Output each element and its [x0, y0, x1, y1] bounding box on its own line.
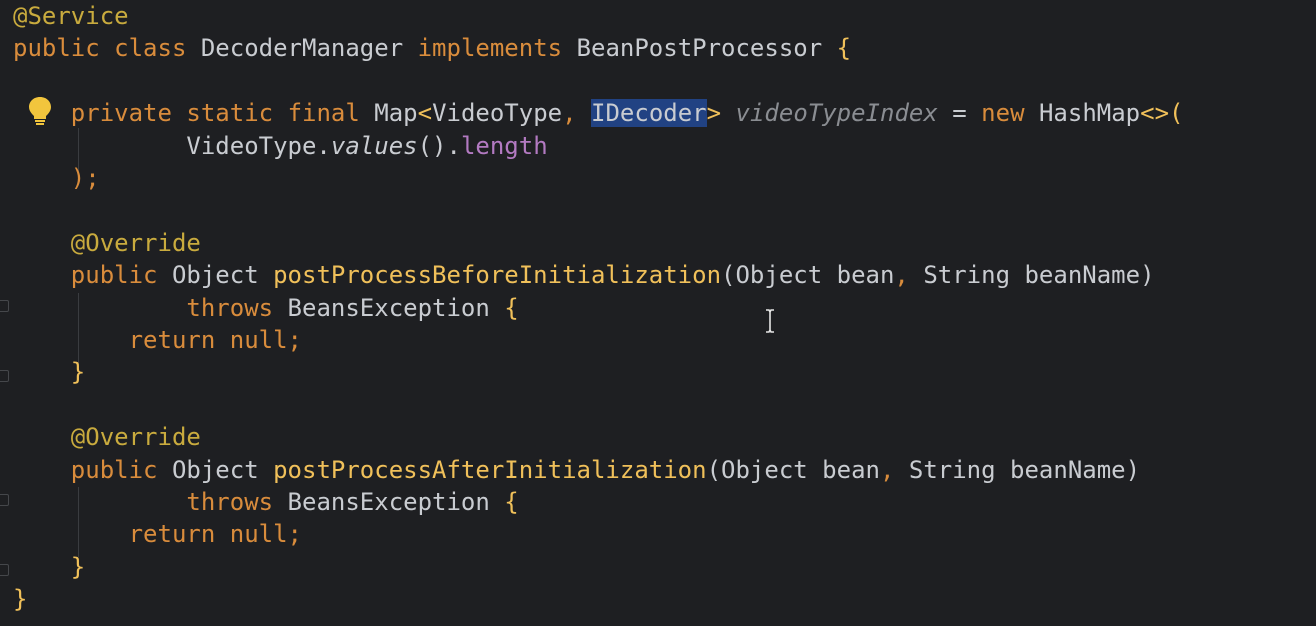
- code-token: static: [186, 99, 274, 128]
- code-token: @Service: [13, 2, 129, 30]
- code-line[interactable]: throws BeansException {: [13, 486, 519, 518]
- code-line[interactable]: public class DecoderManager implements B…: [13, 32, 851, 64]
- code-token: private: [70, 99, 172, 128]
- code-token: =: [937, 99, 982, 128]
- code-token: @Override: [70, 423, 201, 452]
- code-token: Map: [359, 99, 418, 128]
- code-line[interactable]: }: [13, 551, 85, 583]
- code-token: );: [13, 164, 100, 192]
- fold-marker-icon[interactable]: [0, 494, 9, 506]
- code-line[interactable]: }: [13, 583, 27, 615]
- code-token: Object: [157, 455, 274, 484]
- code-token: throws: [186, 293, 274, 322]
- code-token: HashMap: [1024, 99, 1141, 128]
- code-token: IDecoder: [591, 99, 707, 128]
- text-cursor-icon: [766, 309, 774, 333]
- code-line[interactable]: throws BeansException {: [13, 292, 519, 324]
- code-token: public: [70, 455, 158, 484]
- code-editor[interactable]: @Service public class DecoderManager impl…: [0, 0, 1316, 626]
- code-line[interactable]: );: [13, 162, 100, 194]
- code-token: new: [981, 99, 1025, 128]
- code-token: public: [13, 34, 100, 63]
- code-token: }: [70, 552, 86, 581]
- code-token: return: [128, 520, 216, 549]
- code-token: }: [13, 585, 28, 614]
- code-token: VideoType: [432, 99, 563, 128]
- code-line[interactable]: @Override: [13, 227, 201, 259]
- code-token: class: [114, 34, 187, 63]
- code-line[interactable]: @Service: [13, 0, 129, 32]
- code-token: public: [70, 261, 158, 290]
- code-token: (Object bean: [721, 261, 895, 290]
- fold-marker-icon[interactable]: [0, 564, 9, 576]
- code-token: >: [706, 99, 722, 128]
- code-token: String beanName): [923, 261, 1155, 290]
- code-token: ,: [879, 455, 909, 484]
- fold-marker-icon[interactable]: [0, 370, 9, 382]
- code-line[interactable]: }: [13, 356, 85, 388]
- code-token: }: [70, 358, 86, 387]
- code-token: VideoType.: [13, 131, 331, 160]
- code-token: {: [504, 293, 519, 322]
- code-token: Object: [157, 261, 274, 290]
- code-line[interactable]: @Override: [13, 421, 201, 453]
- code-token: ().: [417, 131, 461, 160]
- code-line[interactable]: private static final Map<VideoType, IDec…: [13, 97, 1183, 129]
- code-token: postProcessBeforeInitialization: [273, 261, 722, 290]
- code-token: DecoderManager: [186, 34, 418, 63]
- code-token: final: [287, 99, 360, 128]
- code-token: BeanPostProcessor: [562, 34, 837, 63]
- code-token: BeansException: [273, 293, 505, 322]
- code-token: ,: [894, 261, 924, 290]
- code-token: postProcessAfterInitialization: [273, 455, 707, 484]
- code-line[interactable]: return null;: [13, 518, 302, 550]
- code-line[interactable]: public Object postProcessBeforeInitializ…: [13, 259, 1155, 291]
- code-token: @Override: [70, 228, 201, 257]
- code-token: throws: [186, 488, 274, 516]
- code-token: length: [460, 131, 548, 160]
- code-token: values: [330, 131, 418, 160]
- code-token: (Object bean: [706, 455, 880, 484]
- code-token: BeansException: [273, 488, 505, 516]
- code-token: ,: [562, 99, 592, 128]
- code-token: <>(: [1140, 99, 1184, 128]
- code-token: String beanName): [908, 455, 1141, 484]
- code-token: return: [128, 326, 216, 354]
- code-line[interactable]: VideoType.values().length: [13, 130, 548, 162]
- code-token: {: [836, 34, 852, 63]
- code-line[interactable]: public Object postProcessAfterInitializa…: [13, 454, 1140, 486]
- code-token: <: [417, 99, 433, 128]
- code-line[interactable]: return null;: [13, 324, 302, 356]
- code-token: null;: [229, 520, 302, 549]
- code-token: videoTypeIndex: [735, 99, 938, 128]
- code-token: implements: [417, 34, 563, 63]
- code-token: {: [504, 488, 519, 516]
- fold-marker-icon[interactable]: [0, 300, 9, 312]
- code-token: null;: [229, 326, 302, 354]
